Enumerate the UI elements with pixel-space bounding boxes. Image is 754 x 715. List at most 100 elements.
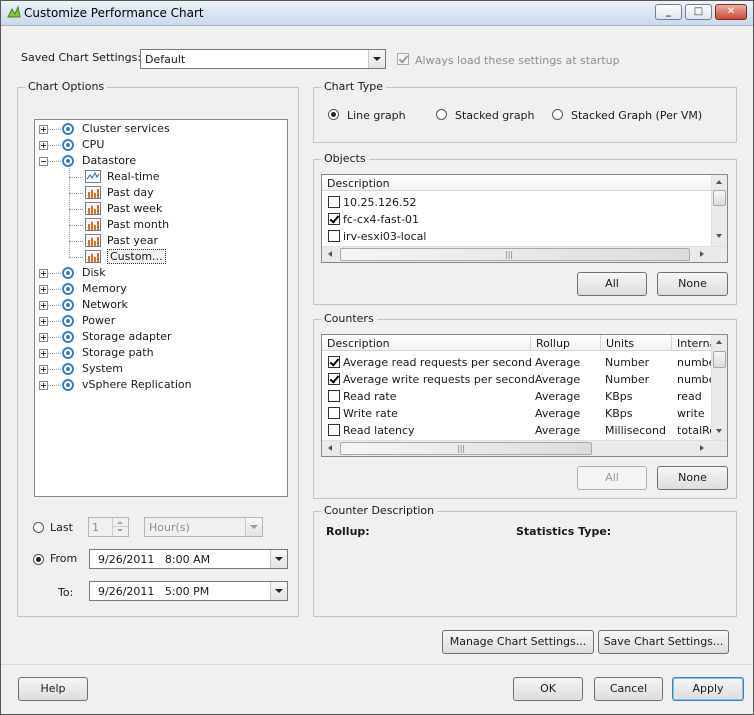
from-radio[interactable] <box>33 554 44 565</box>
counter-checkbox[interactable] <box>328 390 340 402</box>
tree-node[interactable]: Disk <box>35 265 285 281</box>
table-row[interactable]: Read rate Average KBps read <box>322 388 712 405</box>
tree-node[interactable]: Storage path <box>35 345 285 361</box>
apply-button[interactable]: Apply <box>672 677 744 701</box>
from-date-picker[interactable]: 9/26/2011 8:00 AM <box>89 549 288 569</box>
last-count-spinner[interactable]: 1 <box>88 517 129 537</box>
counters-column-description[interactable]: Description <box>322 335 531 351</box>
list-item[interactable]: fc-cx4-fast-01 <box>322 211 712 228</box>
stacked-graph-per-vm-radio[interactable] <box>552 109 563 120</box>
tree-node[interactable]: Cluster services <box>35 121 285 137</box>
ok-button[interactable]: OK <box>513 677 583 701</box>
object-checkbox[interactable] <box>328 196 340 208</box>
table-row[interactable]: Average write requests per second Average… <box>322 371 715 388</box>
counters-all-button[interactable]: All <box>577 466 647 490</box>
last-unit-select[interactable]: Hour(s) <box>144 517 263 537</box>
to-date-picker[interactable]: 9/26/2011 5:00 PM <box>89 581 288 601</box>
tree-node[interactable]: vSphere Replication <box>35 377 285 393</box>
objects-all-button[interactable]: All <box>577 272 647 296</box>
object-checkbox[interactable] <box>328 230 340 242</box>
counters-hscroll-thumb[interactable]: ||| <box>340 442 592 455</box>
counters-vscroll-thumb[interactable] <box>713 351 726 368</box>
counter-checkbox[interactable] <box>328 356 340 368</box>
counters-vertical-scrollbar[interactable] <box>711 335 727 440</box>
scroll-down-icon[interactable] <box>716 429 722 433</box>
objects-horizontal-scrollbar[interactable]: ||| <box>322 246 727 262</box>
objects-vscroll-thumb[interactable] <box>713 190 726 206</box>
help-button[interactable]: Help <box>18 677 88 701</box>
saved-chart-settings-value: Default <box>145 53 186 66</box>
scroll-up-icon[interactable] <box>716 340 722 344</box>
scroll-up-icon[interactable] <box>716 180 722 184</box>
expand-icon[interactable] <box>39 365 48 374</box>
objects-hscroll-thumb[interactable]: ||| <box>340 248 690 261</box>
manage-chart-settings-button[interactable]: Manage Chart Settings... <box>442 630 594 654</box>
tree-node[interactable]: CPU <box>35 137 285 153</box>
metrics-tree[interactable]: Cluster services CPU Datastore Real-time Pas… <box>34 119 288 497</box>
metric-group-icon <box>62 267 74 279</box>
tree-node-label: Power <box>82 314 116 327</box>
tree-leaf[interactable]: Custom... <box>35 249 285 265</box>
counter-checkbox[interactable] <box>328 373 340 385</box>
expand-icon[interactable] <box>39 141 48 150</box>
expand-icon[interactable] <box>39 125 48 134</box>
spin-down-icon[interactable] <box>112 526 128 536</box>
last-radio[interactable] <box>33 522 44 533</box>
scroll-right-icon[interactable] <box>700 445 704 451</box>
tree-node[interactable]: System <box>35 361 285 377</box>
scroll-down-icon[interactable] <box>716 234 722 238</box>
table-row[interactable]: Average read requests per second Average N… <box>322 354 715 371</box>
expand-icon[interactable] <box>39 381 48 390</box>
counters-column-internal[interactable]: Interna <box>672 335 716 351</box>
tree-node[interactable]: Datastore <box>35 153 285 169</box>
table-row[interactable]: Read latency Average Millisecond totalRe <box>322 422 716 439</box>
expand-icon[interactable] <box>39 301 48 310</box>
always-load-checkbox[interactable] <box>397 53 409 65</box>
objects-list[interactable]: Description 10.25.126.52 fc-cx4-fast-01 … <box>321 174 728 263</box>
tree-leaf[interactable]: Past day <box>35 185 285 201</box>
counter-checkbox[interactable] <box>328 407 340 419</box>
list-item[interactable]: irv-esxi03-local <box>322 228 712 245</box>
tree-node[interactable]: Network <box>35 297 285 313</box>
stacked-graph-radio[interactable] <box>436 109 447 120</box>
expand-icon[interactable] <box>39 269 48 278</box>
close-button[interactable]: ✕ <box>715 4 747 20</box>
expand-icon[interactable] <box>39 349 48 358</box>
table-row[interactable]: Write rate Average KBps write <box>322 405 712 422</box>
object-checkbox[interactable] <box>328 213 340 225</box>
counters-none-button[interactable]: None <box>657 466 728 490</box>
line-graph-radio[interactable] <box>328 109 339 120</box>
tree-leaf[interactable]: Past week <box>35 201 285 217</box>
scroll-left-icon[interactable] <box>328 445 332 451</box>
counters-table[interactable]: Description Rollup Units Interna Average… <box>321 334 728 457</box>
tree-node[interactable]: Storage adapter <box>35 329 285 345</box>
title-bar[interactable]: Customize Performance Chart _ □ ✕ <box>1 1 753 26</box>
tree-node[interactable]: Memory <box>35 281 285 297</box>
expand-icon[interactable] <box>39 285 48 294</box>
scroll-right-icon[interactable] <box>700 251 704 257</box>
saved-chart-settings-select[interactable]: Default <box>140 49 386 69</box>
expand-icon[interactable] <box>39 333 48 342</box>
counter-internal-cell: read <box>677 390 702 403</box>
minimize-button[interactable]: _ <box>655 4 682 20</box>
saved-chart-settings-label: Saved Chart Settings: <box>21 51 142 64</box>
counters-column-units[interactable]: Units <box>601 335 672 351</box>
objects-vertical-scrollbar[interactable] <box>711 175 727 246</box>
tree-leaf[interactable]: Real-time <box>35 169 285 185</box>
objects-column-header[interactable]: Description <box>322 175 713 191</box>
objects-none-button[interactable]: None <box>657 272 728 296</box>
cancel-button[interactable]: Cancel <box>594 677 663 701</box>
tree-leaf-label: Real-time <box>107 170 160 183</box>
collapse-icon[interactable] <box>39 157 48 166</box>
tree-leaf[interactable]: Past month <box>35 217 285 233</box>
counter-checkbox[interactable] <box>328 424 340 436</box>
save-chart-settings-button[interactable]: Save Chart Settings... <box>598 630 729 654</box>
counters-column-rollup[interactable]: Rollup <box>531 335 601 351</box>
tree-node[interactable]: Power <box>35 313 285 329</box>
counters-horizontal-scrollbar[interactable]: ||| <box>322 440 727 456</box>
list-item[interactable]: 10.25.126.52 <box>322 194 712 211</box>
maximize-button[interactable]: □ <box>685 4 712 20</box>
tree-leaf[interactable]: Past year <box>35 233 285 249</box>
expand-icon[interactable] <box>39 317 48 326</box>
scroll-left-icon[interactable] <box>328 251 332 257</box>
